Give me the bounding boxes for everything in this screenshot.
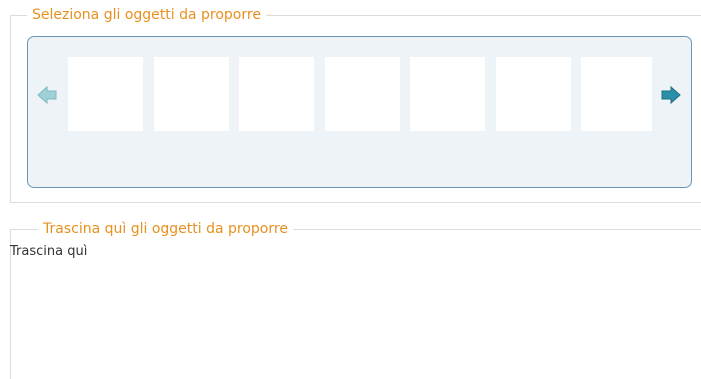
drop-objects-fieldset[interactable] bbox=[10, 229, 701, 379]
carousel-slot-3[interactable] bbox=[239, 57, 314, 131]
arrow-left-icon[interactable] bbox=[36, 84, 58, 106]
drop-zone-text: Trascina quì bbox=[10, 244, 88, 259]
carousel-slot-6[interactable] bbox=[496, 57, 571, 131]
carousel-slot-7[interactable] bbox=[581, 57, 652, 131]
carousel-slot-4[interactable] bbox=[325, 57, 400, 131]
carousel-slot-5[interactable] bbox=[410, 57, 485, 131]
drop-objects-legend: Trascina quì gli oggetti da proporre bbox=[38, 220, 293, 238]
select-objects-legend: Seleziona gli oggetti da proporre bbox=[27, 6, 266, 24]
arrow-right-icon[interactable] bbox=[660, 84, 682, 106]
carousel-slot-2[interactable] bbox=[154, 57, 229, 131]
carousel-slot-1[interactable] bbox=[68, 57, 143, 131]
